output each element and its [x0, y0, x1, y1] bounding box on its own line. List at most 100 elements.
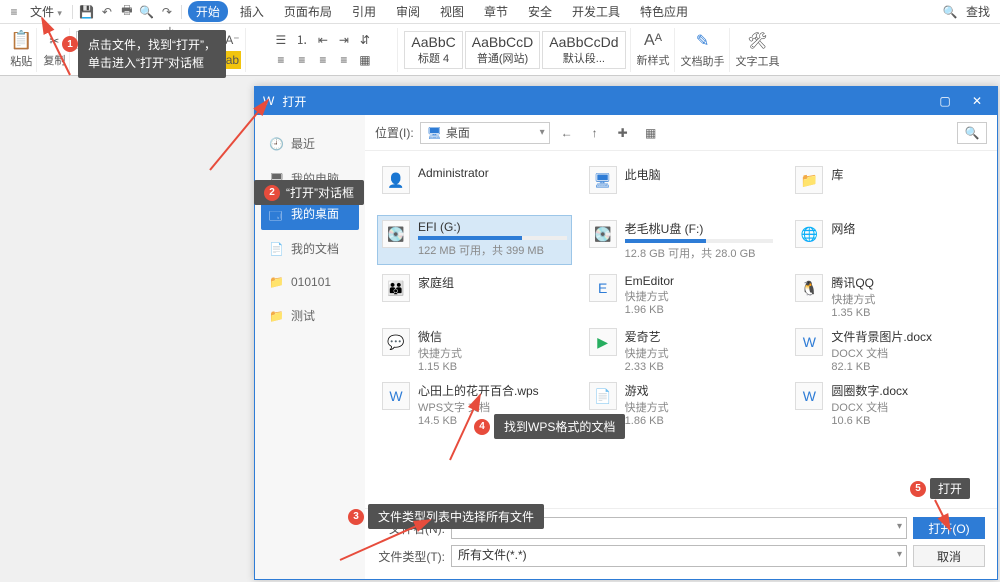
preview-icon[interactable]: 🔍 [139, 5, 155, 19]
sidebar-label: 最近 [291, 135, 315, 152]
file-item-6[interactable]: 👪家庭组 [377, 269, 572, 319]
tab-insert[interactable]: 插入 [232, 1, 272, 22]
file-menu[interactable]: 文件 ▾ [26, 3, 66, 20]
shrink-font-icon[interactable]: A⁻ [223, 31, 241, 49]
file-meta: 微信快捷方式1.15 KB [418, 328, 567, 373]
filetype-input[interactable]: 所有文件(*.*) [451, 545, 907, 567]
borders-icon[interactable]: ▦ [356, 51, 374, 69]
tab-chapter[interactable]: 章节 [476, 1, 516, 22]
newstyle-group[interactable]: Aᴬ 新样式 [633, 28, 675, 72]
file-meta: 游戏快捷方式1.86 KB [625, 382, 774, 427]
file-icon: 📄 [589, 382, 617, 410]
align-justify-icon[interactable]: ≡ [335, 51, 353, 69]
save-icon[interactable]: 💾 [79, 5, 95, 19]
file-sub1: 快捷方式 [418, 345, 567, 361]
undo-icon[interactable]: ↶ [99, 5, 115, 19]
copy-label[interactable]: 复制 [43, 52, 65, 68]
file-item-9[interactable]: 💬微信快捷方式1.15 KB [377, 323, 572, 373]
file-name: 微信 [418, 328, 567, 345]
sidebar-item-0[interactable]: 🕘最近 [255, 127, 365, 160]
file-item-5[interactable]: 🌐网络 [790, 215, 985, 265]
file-name: 游戏 [625, 382, 774, 399]
file-name: Administrator [418, 166, 567, 180]
file-item-2[interactable]: 📁库 [790, 161, 985, 211]
tab-view[interactable]: 视图 [432, 1, 472, 22]
maximize-button[interactable]: ▢ [933, 94, 957, 108]
menu-icon[interactable]: ≡ [6, 5, 22, 19]
indent-inc-icon[interactable]: ⇥ [335, 31, 353, 49]
callout-3-text: 文件类型列表中选择所有文件 [378, 508, 534, 525]
file-icon: W [795, 328, 823, 356]
numbering-icon[interactable]: ⒈ [293, 31, 311, 49]
tab-layout[interactable]: 页面布局 [276, 1, 340, 22]
dochelper-group[interactable]: ✎ 文档助手 [677, 28, 730, 72]
texttool-group[interactable]: 🛠 文字工具 [732, 28, 784, 72]
file-meta: 爱奇艺快捷方式2.33 KB [625, 328, 774, 373]
search-label[interactable]: 查找 [962, 3, 994, 20]
style-2[interactable]: AaBbCcD普通(网站) [465, 31, 540, 69]
tab-devtool[interactable]: 开发工具 [564, 1, 628, 22]
search-box[interactable]: 🔍 [957, 122, 987, 144]
print-icon[interactable]: 🖶 [119, 1, 135, 22]
file-sub1: 12.8 GB 可用，共 28.0 GB [625, 245, 774, 261]
dochelper-icon: ✎ [696, 31, 709, 51]
sidebar-item-3[interactable]: 📄我的文档 [255, 232, 365, 265]
style-1[interactable]: AaBbC标题 4 [404, 31, 462, 69]
file-item-0[interactable]: 👤Administrator [377, 161, 572, 211]
file-item-7[interactable]: EEmEditor快捷方式1.96 KB [584, 269, 779, 319]
view-icon[interactable]: ▦ [640, 122, 662, 144]
sidebar-item-4[interactable]: 📁010101 [255, 267, 365, 297]
file-meta: 圆圈数字.docxDOCX 文档10.6 KB [831, 382, 980, 427]
paste-icon[interactable]: 📋 [10, 30, 32, 51]
sidebar-label: 我的文档 [291, 240, 339, 257]
style-name: 普通(网站) [477, 50, 528, 66]
file-item-11[interactable]: W文件背景图片.docxDOCX 文档82.1 KB [790, 323, 985, 373]
cut-icon[interactable]: ✂ [45, 32, 63, 50]
file-item-4[interactable]: 💽老毛桃U盘 (F:)12.8 GB 可用，共 28.0 GB [584, 215, 779, 265]
bullets-icon[interactable]: ☰ [272, 31, 290, 49]
file-sub2: 82.1 KB [831, 361, 980, 373]
tab-ref[interactable]: 引用 [344, 1, 384, 22]
align-right-icon[interactable]: ≡ [314, 51, 332, 69]
style-sample: AaBbCcDd [549, 34, 618, 50]
tab-special[interactable]: 特色应用 [632, 1, 696, 22]
newfolder-icon[interactable]: ✚ [612, 122, 634, 144]
file-meta: 家庭组 [418, 274, 567, 291]
file-sub1: 快捷方式 [625, 288, 774, 304]
up-icon[interactable]: ↑ [584, 122, 606, 144]
line-spacing-icon[interactable]: ⇵ [356, 31, 374, 49]
location-combo[interactable]: 🖥 桌面 [420, 122, 550, 144]
texttool-label: 文字工具 [736, 53, 780, 69]
highlight-icon[interactable]: ab [223, 51, 241, 69]
close-button[interactable]: ✕ [965, 94, 989, 108]
tab-start[interactable]: 开始 [188, 1, 228, 22]
search-icon[interactable]: 🔍 [942, 5, 958, 19]
tab-review[interactable]: 审阅 [388, 1, 428, 22]
sidebar-label: 我的桌面 [291, 205, 339, 222]
align-center-icon[interactable]: ≡ [293, 51, 311, 69]
align-left-icon[interactable]: ≡ [272, 51, 290, 69]
file-name: 腾讯QQ [831, 274, 980, 291]
dochelper-label: 文档助手 [681, 53, 725, 69]
open-button[interactable]: 打开(O) [913, 517, 985, 539]
file-name: 文件背景图片.docx [831, 328, 980, 345]
redo-icon[interactable]: ↷ [159, 5, 175, 19]
sidebar-item-5[interactable]: 📁测试 [255, 299, 365, 332]
indent-dec-icon[interactable]: ⇤ [314, 31, 332, 49]
file-name: EFI (G:) [418, 220, 567, 234]
file-sub1: DOCX 文档 [831, 399, 980, 415]
file-item-1[interactable]: 🖥此电脑 [584, 161, 779, 211]
file-item-10[interactable]: ▶爱奇艺快捷方式2.33 KB [584, 323, 779, 373]
callout-3: 3 文件类型列表中选择所有文件 [368, 504, 544, 529]
badge-2: 2 [264, 185, 280, 201]
para-group: ☰ ⒈ ⇤ ⇥ ⇵ ≡ ≡ ≡ ≡ ▦ [248, 28, 398, 72]
style-sample: AaBbC [411, 34, 455, 50]
file-sub2: 1.96 KB [625, 304, 774, 316]
back-icon[interactable]: ← [556, 122, 578, 144]
style-3[interactable]: AaBbCcDd默认段... [542, 31, 625, 69]
tab-security[interactable]: 安全 [520, 1, 560, 22]
file-item-14[interactable]: W圆圈数字.docxDOCX 文档10.6 KB [790, 377, 985, 427]
file-item-8[interactable]: 🐧腾讯QQ快捷方式1.35 KB [790, 269, 985, 319]
file-item-3[interactable]: 💽EFI (G:)122 MB 可用，共 399 MB [377, 215, 572, 265]
cancel-button[interactable]: 取消 [913, 545, 985, 567]
